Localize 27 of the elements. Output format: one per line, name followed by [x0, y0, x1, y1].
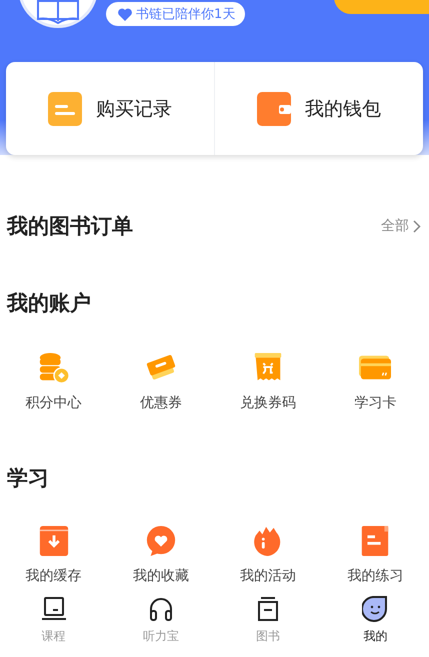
menu-item[interactable]: 兑换券码 — [214, 352, 322, 412]
quick-link[interactable]: 购买记录 — [6, 62, 214, 155]
menu-item[interactable]: 优惠券 — [107, 352, 214, 412]
menu-item[interactable]: 我的收藏 — [107, 525, 214, 585]
badge-text: 书链已陪伴你1天 — [136, 6, 236, 23]
list-icon — [48, 92, 82, 126]
menu-item[interactable]: 我的缓存 — [0, 525, 108, 585]
smiley-icon — [362, 596, 388, 622]
menu-item[interactable]: 学习卡 — [322, 352, 429, 412]
section-title: 学习 — [7, 465, 49, 492]
coins-icon — [38, 352, 70, 384]
laptop-icon — [40, 596, 67, 622]
tab[interactable]: 我的 — [322, 591, 429, 653]
section-title: 我的账户 — [7, 290, 91, 317]
download-icon — [38, 525, 70, 557]
section-title: 我的图书订单 — [7, 213, 133, 240]
view-all-link[interactable]: 全部 — [381, 217, 421, 235]
quick-link[interactable]: 我的钱包 — [215, 62, 423, 155]
menu-item[interactable]: 我的练习 — [322, 525, 429, 585]
headphones-icon — [148, 596, 174, 622]
heart-icon — [118, 8, 132, 20]
menu-item[interactable]: 积分中心 — [0, 352, 108, 412]
book-icon — [36, 0, 80, 25]
chevron-icon — [413, 220, 421, 232]
menu-item[interactable]: 我的活动 — [214, 525, 322, 585]
wallet-icon — [257, 92, 291, 126]
heart-bubble-icon — [144, 525, 177, 557]
